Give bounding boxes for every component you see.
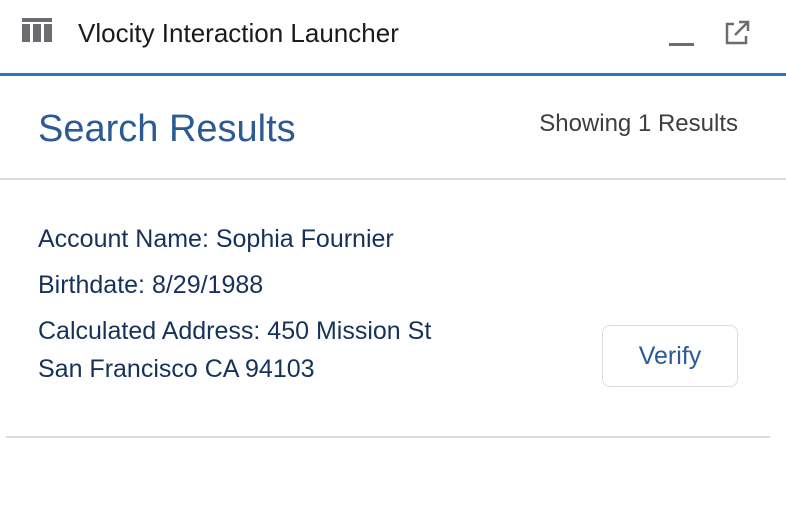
address-line-1: Calculated Address: 450 Mission St [38, 317, 432, 345]
results-count: Showing 1 Results [539, 110, 738, 137]
minimize-button[interactable] [666, 22, 698, 48]
birthdate: Birthdate: 8/29/1988 [38, 271, 264, 299]
window-title: Vlocity Interaction Launcher [78, 18, 399, 48]
verify-button[interactable]: Verify [602, 325, 738, 387]
account-name: Account Name: Sophia Fournier [38, 225, 394, 253]
address-line-2: San Francisco CA 94103 [38, 355, 315, 383]
page-title: Search Results [38, 108, 296, 150]
window-titlebar: Vlocity Interaction Launcher [0, 0, 786, 76]
table-columns-icon [22, 18, 52, 42]
external-link-icon[interactable] [722, 18, 752, 48]
result-record: Account Name: Sophia Fournier Birthdate:… [6, 180, 770, 438]
results-header: Search Results Showing 1 Results [0, 79, 786, 180]
